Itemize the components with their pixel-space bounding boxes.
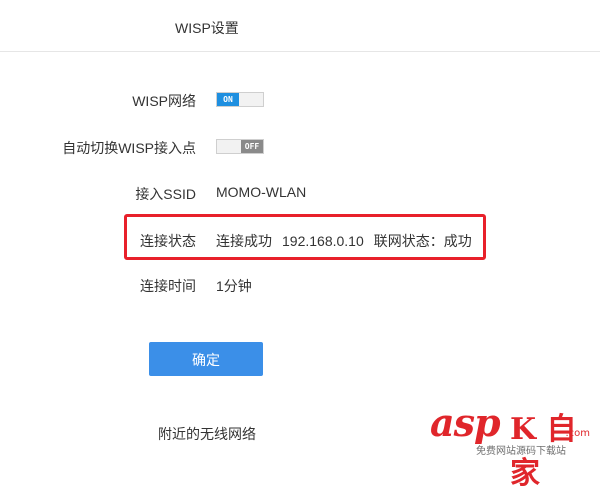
nearby-networks-title: 附近的无线网络	[158, 426, 256, 442]
auto-switch-label: 自动切换WISP接入点	[62, 140, 196, 156]
watermark-brand: asp	[430, 400, 501, 445]
wisp-network-row: WISP网络 ON	[0, 89, 600, 111]
toggle-on-knob: ON	[217, 93, 239, 106]
connection-time-label: 连接时间	[140, 278, 196, 294]
ssid-row: 接入SSID MOMO-WLAN	[0, 182, 600, 204]
wisp-network-label: WISP网络	[132, 93, 196, 109]
watermark-logo: asp K 自 家 .com 免费网站源码下载站	[426, 400, 596, 491]
connection-time-row: 连接时间 1分钟	[0, 274, 600, 296]
connection-time-value: 1分钟	[216, 278, 252, 294]
watermark-domain: .com	[565, 428, 590, 439]
watermark-slogan: 免费网站源码下载站	[476, 446, 566, 457]
wisp-network-toggle[interactable]: ON	[216, 92, 264, 107]
ssid-value: MOMO-WLAN	[216, 184, 307, 200]
auto-switch-row: 自动切换WISP接入点 OFF	[0, 136, 600, 158]
page-header: WISP设置	[0, 0, 600, 52]
confirm-button[interactable]: 确定	[149, 342, 263, 376]
auto-switch-toggle[interactable]: OFF	[216, 139, 264, 154]
ssid-label: 接入SSID	[135, 186, 196, 202]
status-highlight-box	[124, 214, 486, 260]
toggle-off-knob: OFF	[241, 140, 263, 153]
page-title: WISP设置	[175, 20, 239, 36]
